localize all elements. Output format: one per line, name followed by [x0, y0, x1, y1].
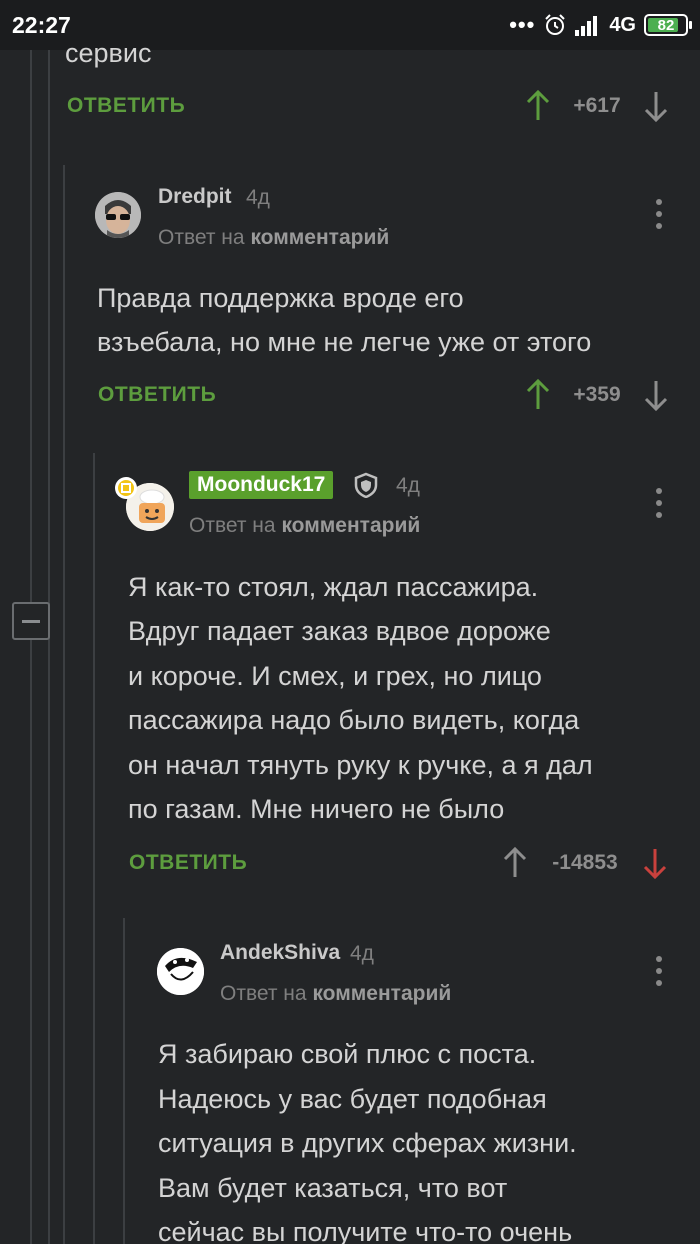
comment-age: 4д	[350, 942, 374, 965]
downvote-arrow-icon[interactable]	[638, 88, 674, 124]
comment-text-line: ситуация в других сферах жизни.	[158, 1128, 577, 1158]
comment-text-line: Я забираю свой плюс с поста.	[158, 1039, 537, 1069]
reply-button[interactable]: ОТВЕТИТЬ	[129, 851, 247, 875]
vote-panel: +359	[520, 377, 674, 413]
rating-count: +359	[573, 383, 621, 406]
reply-to-link[interactable]: комментарий	[312, 982, 451, 1005]
user-avatar-icon	[95, 192, 141, 238]
reply-to-link[interactable]: комментарий	[250, 226, 389, 249]
notification-dots-icon: •••	[509, 12, 536, 37]
comment-text-line: он начал тянуть руку к ручке, а я дал	[128, 750, 593, 780]
alarm-icon	[545, 14, 566, 35]
shield-icon	[354, 472, 378, 498]
downvote-arrow-icon[interactable]	[637, 845, 673, 881]
thread-line-level-0b	[48, 50, 50, 1244]
comment-age: 4д	[396, 474, 420, 497]
username[interactable]: Moonduck17	[189, 471, 334, 499]
comment-age: 4д	[246, 186, 270, 209]
comment-text-line: по газам. Мне ничего не было	[128, 794, 505, 824]
pro-badge-icon	[115, 477, 137, 499]
rating-count: +617	[573, 94, 621, 117]
upvote-arrow-icon[interactable]	[497, 845, 533, 881]
minus-icon	[22, 619, 40, 623]
avatar[interactable]	[95, 192, 141, 238]
comment-text: сервис	[65, 38, 152, 68]
thread-line-level-3	[123, 918, 125, 1244]
comment-text-line: пассажира надо было видеть, когда	[128, 705, 580, 735]
status-icons: ••• 4G 82	[509, 11, 692, 39]
downvote-arrow-icon[interactable]	[638, 377, 674, 413]
comment-text-line: Вам будет казаться, что вот	[158, 1173, 508, 1203]
reply-button[interactable]: ОТВЕТИТЬ	[67, 94, 185, 118]
comment-text-line: Правда поддержка вроде его	[97, 283, 464, 313]
status-time: 22:27	[12, 12, 71, 38]
thread-line-level-0	[30, 50, 32, 1244]
user-avatar-icon	[157, 948, 204, 995]
username[interactable]: AndekShiva	[220, 941, 340, 965]
thread-line-level-1	[63, 165, 65, 1244]
collapse-thread-button[interactable]	[12, 602, 50, 640]
reply-to-prefix: Ответ на	[220, 982, 307, 1005]
more-options-icon[interactable]	[655, 956, 663, 986]
reply-to: Ответ на комментарий	[158, 226, 389, 250]
comment-text-line: Вдруг падает заказ вдвое дороже	[128, 616, 551, 646]
avatar[interactable]	[157, 948, 204, 995]
reply-to-link[interactable]: комментарий	[281, 514, 420, 537]
upvote-arrow-icon[interactable]	[520, 88, 556, 124]
vote-panel: -14853	[497, 845, 673, 881]
upvote-arrow-icon[interactable]	[520, 377, 556, 413]
vote-panel: +617	[520, 88, 674, 124]
comment-text-line: взъебала, но мне не легче уже от этого	[97, 327, 592, 357]
more-options-icon[interactable]	[655, 488, 663, 518]
signal-icon	[575, 16, 598, 36]
comment-text-line: и короче. И смех, и грех, но лицо	[128, 661, 542, 691]
reply-to: Ответ на комментарий	[220, 982, 451, 1006]
battery-level: 82	[657, 16, 675, 34]
reply-button[interactable]: ОТВЕТИТЬ	[98, 383, 216, 407]
rating-count: -14853	[552, 851, 618, 874]
comment-text-line: Я как-то стоял, ждал пассажира.	[128, 572, 539, 602]
thread-line-level-2	[93, 453, 95, 1244]
reply-to-prefix: Ответ на	[158, 226, 245, 249]
username[interactable]: Dredpit	[158, 185, 232, 209]
more-options-icon[interactable]	[655, 199, 663, 229]
network-type: 4G	[609, 13, 636, 36]
comment-text-line: Надеюсь у вас будет подобная	[158, 1084, 547, 1114]
reply-to: Ответ на комментарий	[189, 514, 420, 538]
reply-to-prefix: Ответ на	[189, 514, 276, 537]
comment-text-line: сейчас вы получите что-то очень	[158, 1217, 573, 1244]
battery-icon: 82	[644, 14, 692, 36]
